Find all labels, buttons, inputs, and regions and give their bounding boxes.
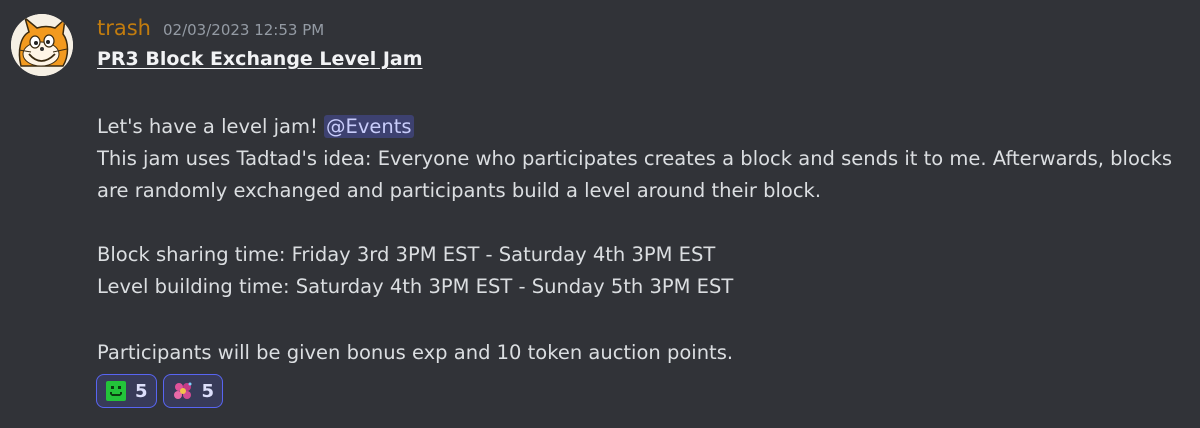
green-smile-emoji-icon <box>106 381 126 401</box>
events-mention[interactable]: @Events <box>324 115 414 138</box>
reaction-count: 5 <box>201 380 215 402</box>
reaction-count: 5 <box>135 380 148 402</box>
chat-message: trash 02/03/2023 12:53 PM PR3 Block Exch… <box>0 0 1200 428</box>
intro-text: Let's have a level jam! <box>97 115 318 138</box>
schedule-line-1: Block sharing time: Friday 3rd 3PM EST -… <box>97 243 716 266</box>
reaction-green-smile[interactable]: 5 <box>96 374 157 408</box>
pink-flower-emoji-icon <box>173 382 192 399</box>
intro-line: Let's have a level jam! @Events <box>97 112 414 142</box>
rewards-line: Participants will be given bonus exp and… <box>97 341 734 364</box>
body-line-2: are randomly exchanged and participants … <box>97 179 822 202</box>
timestamp: 02/03/2023 12:53 PM <box>163 21 325 39</box>
reaction-pink-flower[interactable]: 5 <box>162 374 224 408</box>
message-header: trash 02/03/2023 12:53 PM <box>97 16 324 46</box>
reactions-bar: 5 5 <box>96 374 224 408</box>
username[interactable]: trash <box>97 16 151 40</box>
message-title: PR3 Block Exchange Level Jam <box>97 48 423 70</box>
schedule-line-2: Level building time: Saturday 4th 3PM ES… <box>97 275 734 298</box>
user-avatar[interactable] <box>11 14 73 76</box>
cat-avatar-icon <box>11 14 73 76</box>
body-line-1: This jam uses Tadtad's idea: Everyone wh… <box>97 147 1173 170</box>
